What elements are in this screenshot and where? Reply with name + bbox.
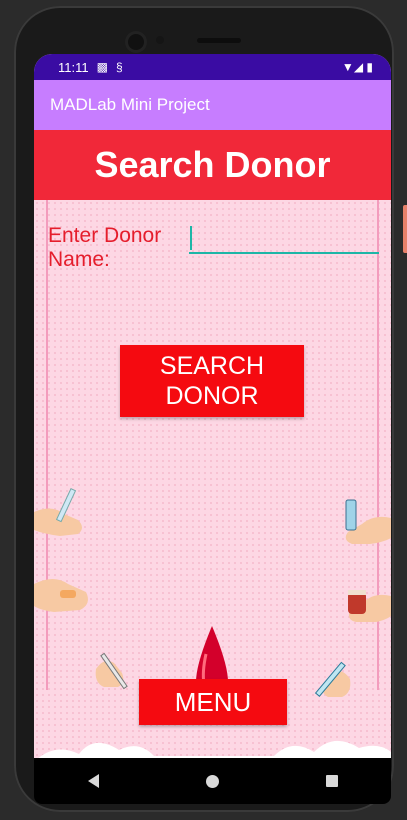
search-button-label-line2: DONOR <box>165 382 259 410</box>
hand-bandage-icon <box>34 579 88 612</box>
hand-thermometer-icon <box>95 652 128 690</box>
donor-name-label-line1: Enter Donor <box>48 224 162 247</box>
notification-icon: ▩ <box>96 60 108 74</box>
page-title: Search Donor <box>34 130 391 200</box>
recent-apps-icon[interactable] <box>325 775 338 787</box>
search-donor-button[interactable]: SEARCH DONOR <box>120 345 304 417</box>
speaker-grille <box>197 38 241 43</box>
hand-syringe-icon <box>34 487 82 536</box>
donor-name-label: Enter Donor Name: <box>48 224 188 272</box>
search-button-label-line1: SEARCH <box>159 352 265 380</box>
donor-name-input[interactable] <box>189 226 379 254</box>
home-icon[interactable] <box>205 774 219 788</box>
sensor-icon <box>156 36 164 44</box>
hand-vial-icon <box>345 499 391 544</box>
hand-thermometer-right-icon <box>314 661 351 697</box>
app-bar: MADLab Mini Project <box>34 80 391 130</box>
status-right-icons: ▼◢ ▮ <box>342 60 373 74</box>
wifi-icon: ▼ <box>341 60 354 74</box>
camera-icon <box>128 34 144 50</box>
status-bar: 11:11 ▩ § ▼◢ ▮ <box>34 54 391 80</box>
navigation-bar <box>34 758 391 804</box>
text-cursor <box>190 226 192 250</box>
app-title: MADLab Mini Project <box>50 95 210 114</box>
hand-medicine-jar-icon <box>348 590 391 622</box>
back-icon[interactable] <box>87 774 99 788</box>
signal-icon: ◢ <box>353 60 364 74</box>
side-button <box>403 205 407 253</box>
menu-button[interactable]: MENU <box>139 679 287 725</box>
battery-icon: ▮ <box>366 60 373 74</box>
app-screen: 11:11 ▩ § ▼◢ ▮ MADLab Mini Project Searc… <box>34 54 391 758</box>
sync-icon: § <box>115 60 123 74</box>
status-time: 11:11 <box>58 59 89 75</box>
donor-name-label-line2: Name: <box>48 248 110 271</box>
